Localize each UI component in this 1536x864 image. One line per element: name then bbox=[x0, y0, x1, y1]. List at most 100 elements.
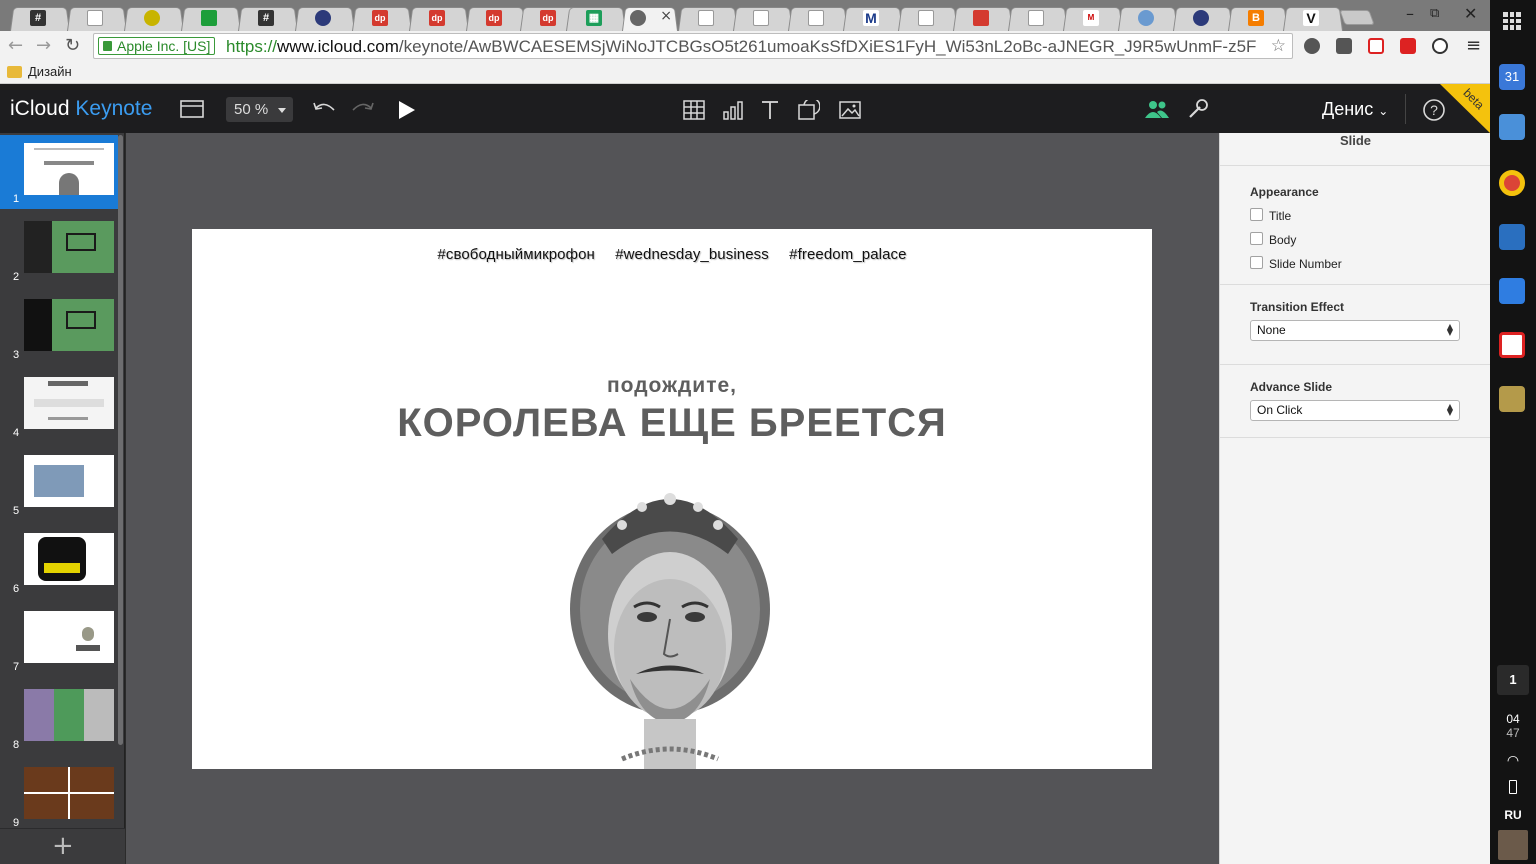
browser-tab[interactable] bbox=[953, 4, 1013, 32]
collaborate-icon[interactable] bbox=[1144, 99, 1170, 121]
browser-tab[interactable] bbox=[124, 4, 184, 32]
battery-icon[interactable] bbox=[1509, 780, 1517, 794]
slide-thumbnail[interactable]: 4 bbox=[0, 369, 118, 443]
text-icon[interactable] bbox=[760, 100, 780, 120]
table-icon[interactable] bbox=[683, 100, 705, 120]
browser-tab[interactable]: dp bbox=[409, 4, 469, 32]
browser-tab[interactable]: dp bbox=[352, 4, 412, 32]
clock[interactable]: 04 47 bbox=[1490, 712, 1536, 740]
browser-tab[interactable]: # bbox=[10, 4, 70, 32]
queen-portrait-image[interactable] bbox=[552, 469, 792, 769]
slide-thumbnail[interactable]: 2 bbox=[0, 213, 118, 287]
advance-select[interactable]: On Click ▲ ▼ bbox=[1250, 400, 1460, 421]
image-icon[interactable] bbox=[839, 100, 861, 120]
undo-icon[interactable] bbox=[312, 100, 336, 118]
body-checkbox-label[interactable]: Body bbox=[1269, 233, 1296, 247]
extension-icon[interactable] bbox=[1304, 38, 1320, 54]
title-checkbox-label[interactable]: Title bbox=[1269, 209, 1291, 223]
inbox-app-icon[interactable] bbox=[1499, 114, 1525, 140]
todoist-app-icon[interactable] bbox=[1499, 332, 1525, 358]
current-slide[interactable]: #свободныймикрофон #wednesday_business #… bbox=[192, 229, 1152, 769]
brand-app: Keynote bbox=[75, 97, 153, 120]
forward-icon[interactable]: → bbox=[36, 35, 51, 56]
minimize-icon[interactable]: – bbox=[1406, 4, 1414, 23]
browser-tab[interactable] bbox=[295, 4, 355, 32]
sidebar-toggle-icon[interactable] bbox=[180, 100, 204, 118]
chrome-app-icon[interactable] bbox=[1499, 170, 1525, 196]
close-window-icon[interactable]: ✕ bbox=[1464, 4, 1477, 23]
browser-tab[interactable]: ▦ bbox=[566, 4, 626, 32]
dp-favicon-icon: dp bbox=[540, 10, 556, 26]
browser-tab[interactable]: V bbox=[1283, 4, 1343, 32]
slide-subtitle[interactable]: подождите, bbox=[192, 374, 1152, 398]
slide-canvas: #свободныймикрофон #wednesday_business #… bbox=[126, 133, 1219, 864]
browser-tab-active[interactable]: × bbox=[622, 4, 678, 32]
shape-icon[interactable] bbox=[798, 100, 820, 120]
browser-tab[interactable]: M bbox=[1063, 4, 1123, 32]
url-text[interactable]: https://www.icloud.com/keynote/AwBWCAESE… bbox=[226, 37, 1256, 57]
browser-tab[interactable]: B bbox=[1228, 4, 1288, 32]
title-checkbox[interactable] bbox=[1250, 208, 1263, 221]
browser-tab[interactable]: dp bbox=[466, 4, 526, 32]
browser-tab[interactable] bbox=[733, 4, 793, 32]
slide-thumbnail[interactable]: 1 bbox=[0, 135, 118, 209]
slide-thumbnail[interactable]: 5 bbox=[0, 447, 118, 521]
menu-icon[interactable]: ≡ bbox=[1466, 35, 1481, 56]
browser-tab[interactable] bbox=[678, 4, 738, 32]
browser-tab[interactable]: M bbox=[843, 4, 903, 32]
plus-extension-icon[interactable] bbox=[1368, 38, 1384, 54]
navigator-scrollbar[interactable] bbox=[118, 135, 123, 745]
reload-icon[interactable]: ↻ bbox=[65, 35, 80, 56]
badge-extension-icon[interactable] bbox=[1400, 38, 1416, 54]
wifi-icon[interactable]: ◠ bbox=[1490, 752, 1536, 769]
slide-thumbnail[interactable]: 7 bbox=[0, 603, 118, 677]
browser-tab[interactable] bbox=[898, 4, 958, 32]
browser-tab[interactable]: # bbox=[238, 4, 298, 32]
bookmark-folder-design[interactable]: Дизайн bbox=[28, 64, 72, 79]
keyboard-layout-label: RU bbox=[1504, 808, 1522, 822]
address-bar[interactable]: Apple Inc. [US] https://www.icloud.com/k… bbox=[93, 33, 1293, 59]
calculator-app-icon[interactable] bbox=[1499, 224, 1525, 250]
add-slide-button[interactable]: + bbox=[52, 831, 74, 861]
slide-thumbnail[interactable]: 8 bbox=[0, 681, 118, 755]
chart-icon[interactable] bbox=[722, 100, 744, 120]
pocket-icon[interactable] bbox=[1336, 38, 1352, 54]
v-favicon-icon: V bbox=[1303, 10, 1319, 26]
workspace-indicator[interactable]: 1 bbox=[1497, 665, 1529, 695]
power-extension-icon[interactable] bbox=[1432, 38, 1448, 54]
keyboard-layout[interactable]: RU bbox=[1490, 808, 1536, 822]
slide-number-checkbox-label[interactable]: Slide Number bbox=[1269, 257, 1342, 271]
redo-icon[interactable] bbox=[351, 100, 375, 118]
hash-favicon-icon: # bbox=[258, 10, 274, 26]
browser-tab[interactable] bbox=[181, 4, 241, 32]
app-launcher-icon[interactable] bbox=[1503, 12, 1521, 30]
tools-icon[interactable] bbox=[1187, 98, 1209, 120]
slide-thumbnail[interactable]: 6 bbox=[0, 525, 118, 599]
calendar-app-icon[interactable]: 31 bbox=[1499, 64, 1525, 90]
hashtags-line[interactable]: #свободныймикрофон #wednesday_business #… bbox=[192, 246, 1152, 263]
transition-select[interactable]: None ▲ ▼ bbox=[1250, 320, 1460, 341]
back-icon[interactable]: ← bbox=[8, 35, 23, 56]
maximize-icon[interactable]: ⧉ bbox=[1430, 6, 1439, 21]
security-badge[interactable]: Apple Inc. [US] bbox=[98, 37, 216, 55]
new-tab-button[interactable] bbox=[1339, 10, 1375, 25]
browser-tab[interactable] bbox=[788, 4, 848, 32]
body-checkbox[interactable] bbox=[1250, 232, 1263, 245]
notes-app-icon[interactable] bbox=[1499, 386, 1525, 412]
zoom-select[interactable]: 50 % bbox=[226, 97, 293, 122]
browser-tab[interactable] bbox=[1118, 4, 1178, 32]
avatar[interactable] bbox=[1498, 830, 1528, 860]
play-icon[interactable] bbox=[398, 100, 416, 120]
slide-title[interactable]: КОРОЛЕВА ЕЩЕ БРЕЕТСЯ bbox=[192, 401, 1152, 446]
slide-number-checkbox[interactable] bbox=[1250, 256, 1263, 269]
user-menu[interactable]: Денис ⌄ bbox=[1322, 99, 1388, 120]
slide-thumbnail[interactable]: 9 bbox=[0, 759, 118, 833]
browser-tab[interactable] bbox=[67, 4, 127, 32]
files-app-icon[interactable] bbox=[1499, 278, 1525, 304]
browser-tab[interactable] bbox=[1008, 4, 1068, 32]
inspector-tab-slide[interactable]: Slide bbox=[1220, 133, 1491, 166]
bookmark-star-icon[interactable]: ☆ bbox=[1271, 36, 1286, 56]
slide-thumbnail[interactable]: 3 bbox=[0, 291, 118, 365]
tab-close-icon[interactable]: × bbox=[660, 8, 672, 24]
browser-tab[interactable] bbox=[1173, 4, 1233, 32]
